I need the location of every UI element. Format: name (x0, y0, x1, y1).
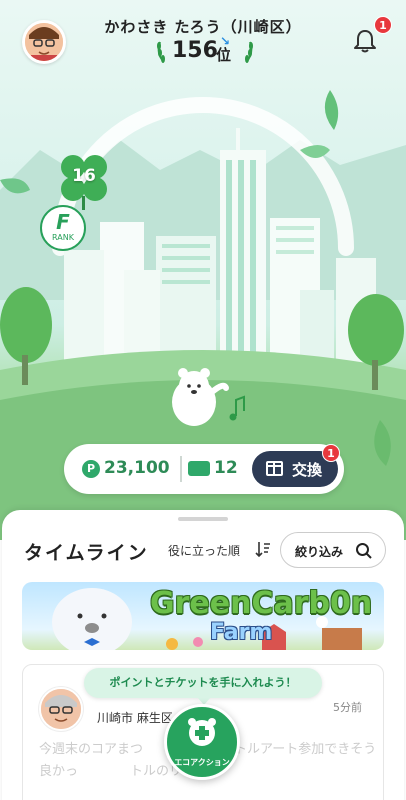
ticket-count: 12 (214, 458, 238, 478)
exchange-badge: 1 (322, 444, 340, 462)
divider (180, 456, 182, 482)
eco-action-button[interactable]: エコアクション (164, 704, 240, 780)
avatar-face-icon (41, 689, 81, 729)
search-icon (356, 543, 372, 559)
banner-title: GreenCarb0n (150, 586, 373, 621)
timeline-title: タイムライン (24, 542, 149, 564)
hint-tooltip: ポイントとチケットを手に入れよう！ (84, 668, 322, 705)
filter-button[interactable]: 絞り込み (280, 532, 386, 568)
user-name: かわさき たろう（川崎区） (104, 18, 302, 36)
rank-number: 156 (172, 38, 218, 63)
points-value: 23,100 (104, 458, 170, 478)
rank-badge[interactable]: F RANK (40, 205, 86, 251)
bell-icon[interactable] (352, 28, 378, 54)
sort-button[interactable]: 役に立った順 (168, 542, 240, 559)
wallet-bar: P 23,100 12 交換 (64, 444, 344, 494)
ticket-icon (188, 461, 210, 476)
exchange-label: 交換 (292, 461, 323, 479)
home-hero: かわさき たろう（川崎区） 156 ↘ 位 1 16 F RANK P 23,1… (0, 0, 406, 540)
green-carbon-farm-banner[interactable]: GreenCarb0n Farm (22, 582, 384, 650)
rank-unit: 位 (216, 46, 232, 64)
gift-icon (266, 461, 283, 476)
eco-action-label: エコアクション (174, 758, 230, 767)
post-author-avatar[interactable] (39, 687, 83, 731)
notification-badge: 1 (374, 16, 392, 34)
points-coin-icon: P (82, 460, 100, 478)
clover-count: 16 (72, 166, 96, 186)
rank-letter: F (56, 210, 70, 234)
sheet-drag-handle[interactable] (178, 517, 228, 521)
filter-label: 絞り込み (295, 545, 344, 559)
ranking-display[interactable]: 156 ↘ 位 (150, 34, 260, 66)
sort-icon[interactable] (254, 540, 272, 558)
rank-caption: RANK (52, 233, 74, 242)
banner-subtitle: Farm (210, 620, 273, 645)
post-location: 川崎市 麻生区 (97, 711, 173, 725)
post-timestamp: 5分前 (333, 701, 362, 714)
